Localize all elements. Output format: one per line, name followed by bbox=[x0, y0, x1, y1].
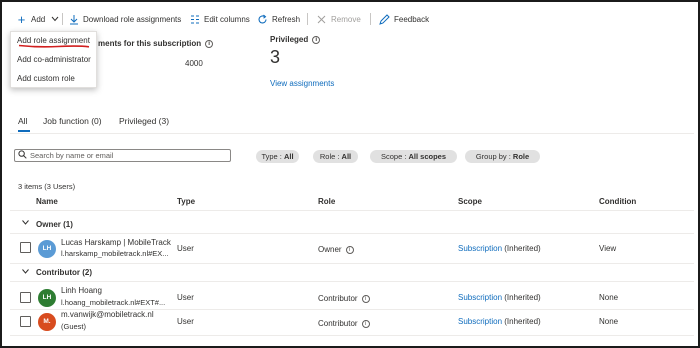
tab-job-function[interactable]: Job function (0) bbox=[43, 116, 102, 126]
row-type: User bbox=[177, 244, 194, 253]
search-input[interactable] bbox=[30, 151, 225, 160]
info-icon[interactable]: i bbox=[361, 319, 370, 328]
search-icon bbox=[18, 150, 27, 161]
chevron-down-icon[interactable] bbox=[22, 220, 29, 227]
privileged-title: Privileged i bbox=[270, 35, 321, 44]
edit-columns-label: Edit columns bbox=[204, 14, 250, 24]
add-button[interactable]: + Add bbox=[16, 11, 59, 27]
feedback-label: Feedback bbox=[394, 14, 430, 24]
refresh-label: Refresh bbox=[272, 14, 301, 24]
avatar: LH bbox=[38, 240, 56, 258]
row-checkbox[interactable] bbox=[20, 316, 31, 327]
tab-all[interactable]: All bbox=[18, 116, 27, 126]
row-checkbox[interactable] bbox=[20, 242, 31, 253]
info-icon[interactable]: i bbox=[361, 294, 370, 303]
user-email: l.harskamp_mobiletrack.nl#EX... bbox=[61, 249, 169, 258]
row-checkbox[interactable] bbox=[20, 292, 31, 303]
row-scope: Subscription (Inherited) bbox=[458, 244, 541, 253]
condition-value: None bbox=[599, 293, 619, 302]
condition-value: None bbox=[599, 317, 619, 326]
avatar: M. bbox=[38, 313, 56, 331]
download-icon bbox=[68, 14, 79, 25]
scope-link[interactable]: Subscription bbox=[458, 317, 502, 326]
info-icon[interactable]: i bbox=[345, 245, 354, 254]
add-label: Add bbox=[31, 14, 46, 24]
column-header-type[interactable]: Type bbox=[177, 197, 195, 206]
view-assignments-link[interactable]: View assignments bbox=[270, 79, 334, 88]
chevron-down-icon bbox=[51, 15, 59, 24]
azure-iam-panel: + Add Download role assignments Edit col… bbox=[0, 0, 700, 348]
tab-privileged[interactable]: Privileged (3) bbox=[119, 116, 169, 126]
refresh-icon bbox=[257, 14, 268, 25]
condition-view-link[interactable]: View bbox=[599, 244, 616, 253]
row-type: User bbox=[177, 317, 194, 326]
scope-filter-pill[interactable]: Scope : All scopes bbox=[370, 150, 457, 163]
type-filter-pill[interactable]: Type : All bbox=[256, 150, 299, 163]
red-annotation-underline bbox=[18, 44, 90, 48]
plus-icon: + bbox=[17, 11, 26, 27]
add-dropdown-menu: Add role assignment Add co-administrator… bbox=[10, 31, 97, 88]
role-link-contributor[interactable]: Contributor i bbox=[318, 294, 370, 303]
scope-link[interactable]: Subscription bbox=[458, 293, 502, 302]
chevron-down-icon[interactable] bbox=[22, 269, 29, 276]
role-assignments-title: ments for this subscription i bbox=[98, 39, 214, 48]
edit-columns-button[interactable]: Edit columns bbox=[189, 11, 250, 27]
group-header-owner: Owner (1) bbox=[36, 220, 73, 229]
user-name-link[interactable]: Linh Hoang bbox=[61, 286, 102, 295]
user-email: (Guest) bbox=[61, 322, 87, 331]
row-scope: Subscription (Inherited) bbox=[458, 293, 541, 302]
download-role-assignments-button[interactable]: Download role assignments bbox=[68, 11, 181, 27]
feedback-icon bbox=[379, 13, 390, 25]
info-icon[interactable]: i bbox=[312, 35, 321, 44]
active-tab-indicator bbox=[18, 130, 30, 132]
row-scope: Subscription (Inherited) bbox=[458, 317, 541, 326]
refresh-button[interactable]: Refresh bbox=[257, 11, 300, 27]
info-icon[interactable]: i bbox=[205, 39, 214, 48]
feedback-button[interactable]: Feedback bbox=[379, 11, 429, 27]
remove-label: Remove bbox=[331, 14, 361, 24]
column-header-condition[interactable]: Condition bbox=[599, 197, 636, 206]
privileged-count: 3 bbox=[270, 47, 281, 67]
row-type: User bbox=[177, 293, 194, 302]
menu-item-add-custom-role[interactable]: Add custom role bbox=[17, 74, 75, 83]
group-header-contributor: Contributor (2) bbox=[36, 268, 92, 277]
role-link-owner[interactable]: Owner i bbox=[318, 245, 354, 254]
role-filter-pill[interactable]: Role : All bbox=[313, 150, 358, 163]
avatar: LH bbox=[38, 289, 56, 307]
remove-button[interactable]: Remove bbox=[316, 11, 361, 27]
user-name-link[interactable]: m.vanwijk@mobiletrack.nl bbox=[61, 310, 154, 319]
download-label: Download role assignments bbox=[83, 14, 182, 24]
search-box[interactable] bbox=[14, 149, 231, 162]
role-assignments-value: 4000 bbox=[185, 59, 203, 68]
column-header-scope[interactable]: Scope bbox=[458, 197, 482, 206]
group-by-pill[interactable]: Group by : Role bbox=[465, 150, 540, 163]
column-header-role[interactable]: Role bbox=[318, 197, 335, 206]
columns-icon bbox=[189, 14, 200, 25]
scope-link[interactable]: Subscription bbox=[458, 244, 502, 253]
close-icon bbox=[316, 14, 327, 25]
items-count: 3 items (3 Users) bbox=[18, 182, 76, 191]
user-name-link[interactable]: Lucas Harskamp | MobileTrack bbox=[61, 238, 171, 247]
user-email: l.hoang_mobiletrack.nl#EXT#... bbox=[61, 298, 166, 307]
role-link-contributor[interactable]: Contributor i bbox=[318, 319, 370, 328]
menu-item-add-co-administrator[interactable]: Add co-administrator bbox=[17, 55, 91, 64]
column-header-name[interactable]: Name bbox=[36, 197, 58, 206]
